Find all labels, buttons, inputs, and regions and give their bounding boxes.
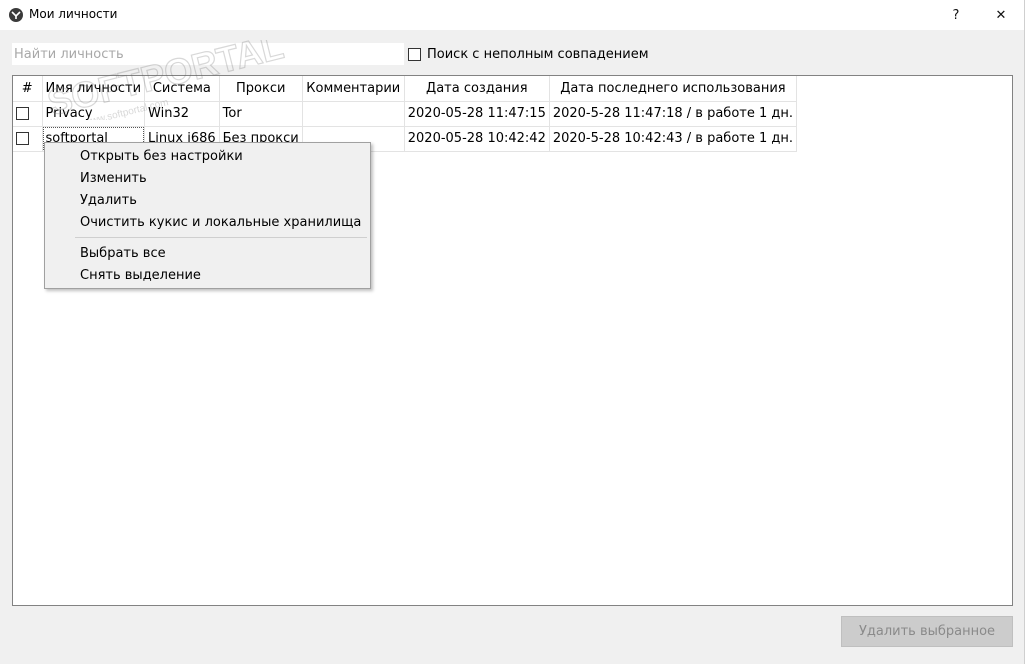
cell-proxy[interactable]: Tor: [219, 101, 303, 127]
menu-item-delete[interactable]: Удалить: [46, 190, 369, 212]
cell-name[interactable]: Privacy: [42, 101, 146, 127]
partial-match-checkbox-box[interactable]: [408, 47, 421, 61]
search-input[interactable]: [12, 43, 404, 65]
close-button[interactable]: ✕: [978, 0, 1024, 30]
menu-item-clear-cookies[interactable]: Очистить кукис и локальные хранилища: [46, 212, 369, 234]
cell-comment[interactable]: [302, 101, 405, 127]
column-header-number[interactable]: #: [13, 76, 43, 102]
partial-match-label: Поиск с неполным совпадением: [427, 46, 649, 62]
context-menu: Открыть без настройки Изменить Удалить О…: [44, 142, 371, 289]
title-bar: Мои личности ? ✕: [0, 0, 1025, 30]
help-button[interactable]: ?: [933, 0, 979, 30]
column-header-name[interactable]: Имя личности: [42, 76, 146, 102]
table-row[interactable]: Privacy Win32 Tor 2020-05-28 11:47:15 20…: [13, 101, 798, 127]
column-header-created[interactable]: Дата создания: [404, 76, 550, 102]
window-title: Мои личности: [29, 7, 118, 21]
cell-system[interactable]: Win32: [144, 101, 220, 127]
table-header-row: # Имя личности Система Прокси Комментари…: [13, 76, 798, 102]
menu-separator: [75, 237, 367, 238]
column-header-proxy[interactable]: Прокси: [219, 76, 303, 102]
menu-item-deselect[interactable]: Снять выделение: [46, 265, 369, 287]
column-header-last-used[interactable]: Дата последнего использования: [549, 76, 798, 102]
partial-match-checkbox[interactable]: Поиск с неполным совпадением: [408, 46, 649, 62]
delete-selected-button[interactable]: Удалить выбранное: [841, 616, 1013, 647]
menu-item-open-without-settings[interactable]: Открыть без настройки: [46, 146, 369, 168]
row-select-cell[interactable]: [13, 126, 43, 152]
menu-item-edit[interactable]: Изменить: [46, 168, 369, 190]
column-header-comments[interactable]: Комментарии: [302, 76, 405, 102]
menu-item-select-all[interactable]: Выбрать все: [46, 243, 369, 265]
cell-last-used[interactable]: 2020-5-28 11:47:18 / в работе 1 дн.: [549, 101, 798, 127]
cell-created[interactable]: 2020-05-28 11:47:15: [404, 101, 550, 127]
row-checkbox[interactable]: [16, 132, 29, 145]
cell-created[interactable]: 2020-05-28 10:42:42: [404, 126, 550, 152]
row-checkbox[interactable]: [16, 107, 29, 120]
column-header-system[interactable]: Система: [144, 76, 220, 102]
row-select-cell[interactable]: [13, 101, 43, 127]
cell-last-used[interactable]: 2020-5-28 10:42:43 / в работе 1 дн.: [549, 126, 798, 152]
app-icon: [9, 8, 23, 22]
